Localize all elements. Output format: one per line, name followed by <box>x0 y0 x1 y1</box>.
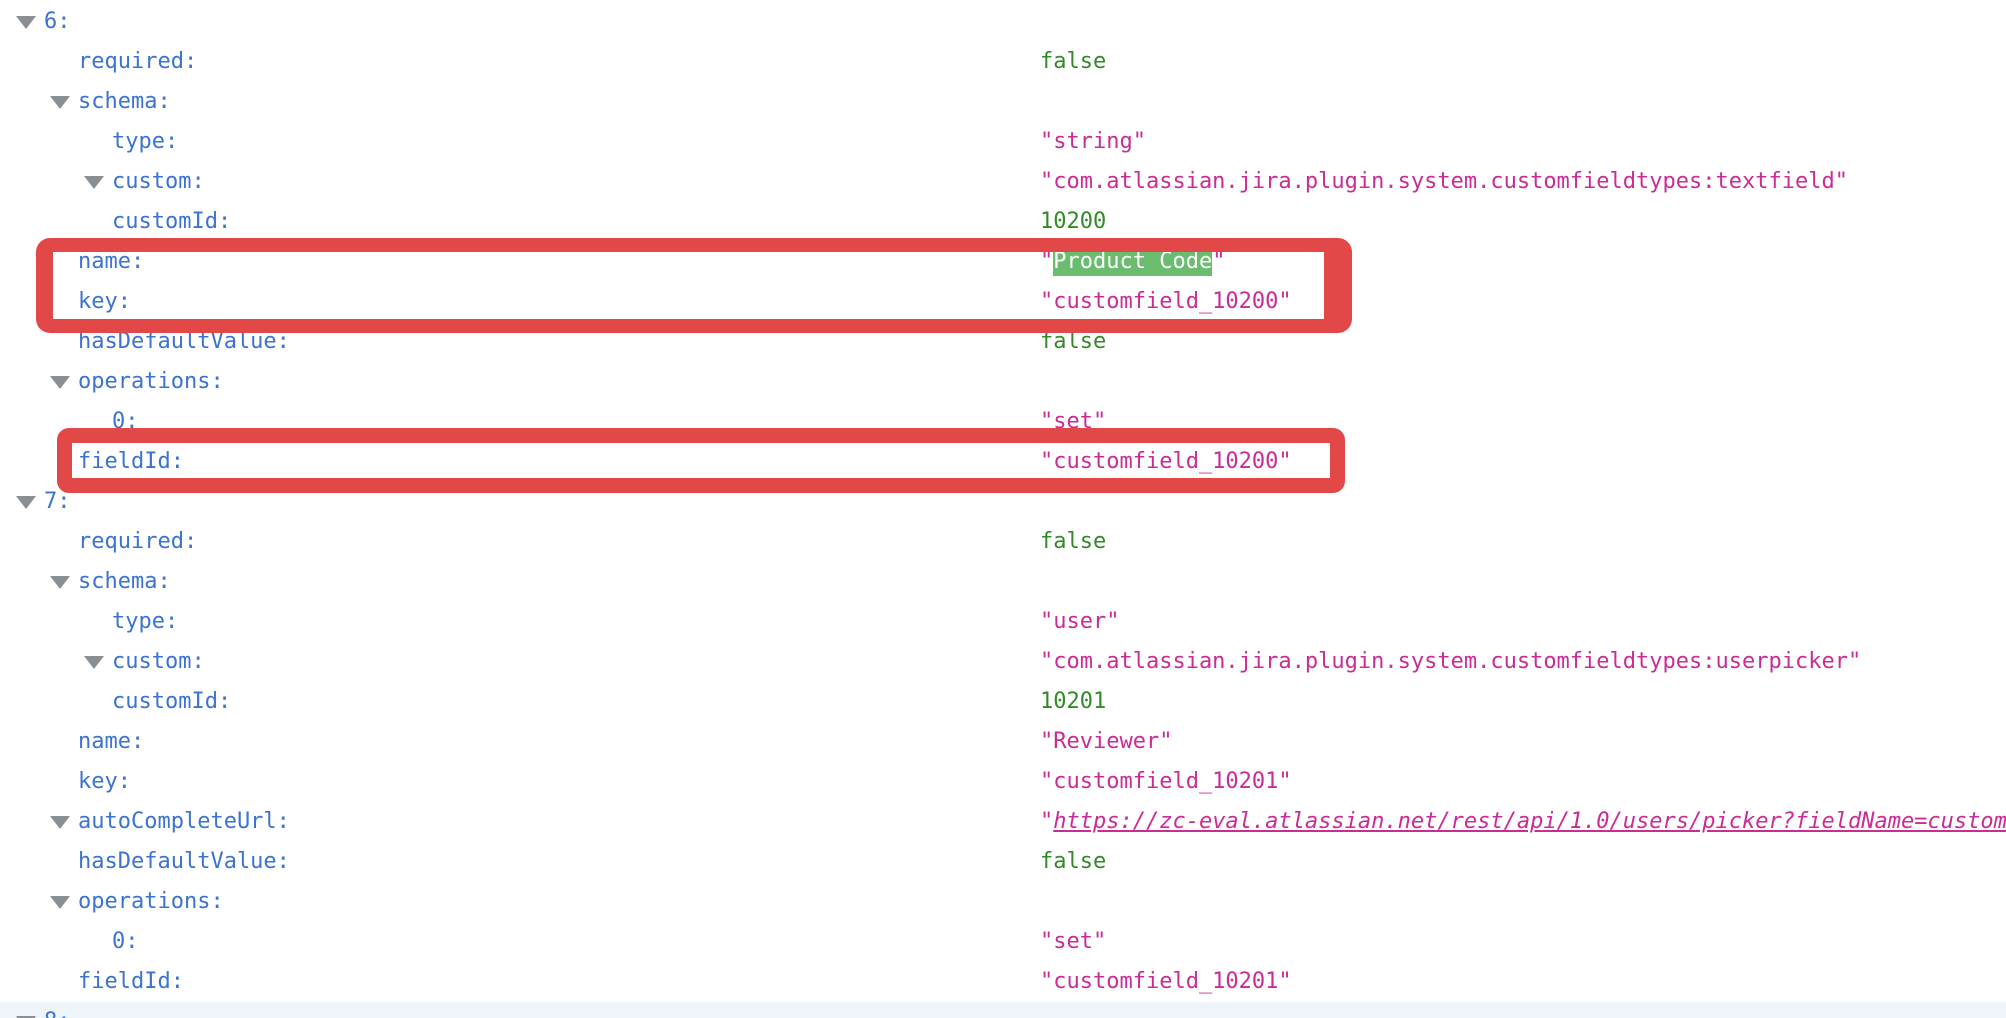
chevron-down-icon[interactable] <box>50 896 70 909</box>
json-key: required: <box>0 529 197 554</box>
chevron-down-icon[interactable] <box>84 176 104 189</box>
json-value: "com.atlassian.jira.plugin.system.custom… <box>1040 642 1861 682</box>
json-row: hasDefaultValue: false <box>0 842 2006 882</box>
json-key: customId: <box>0 209 231 234</box>
annotation-box-1 <box>36 238 1352 333</box>
json-value: "com.atlassian.jira.plugin.system.custom… <box>1040 162 1848 202</box>
json-value: 10200 <box>1040 202 1106 242</box>
json-key: type: <box>0 129 178 154</box>
json-row: 0: "set" <box>0 922 2006 962</box>
json-value: "customfield_10201" <box>1040 962 1292 1002</box>
json-row: type: "user" <box>0 602 2006 642</box>
chevron-down-icon[interactable] <box>84 656 104 669</box>
json-value: "user" <box>1040 602 1119 642</box>
json-row: schema: <box>0 82 2006 122</box>
json-row: type: "string" <box>0 122 2006 162</box>
json-key: customId: <box>0 689 231 714</box>
json-tree: 6:required:falseschema:type:"string"cust… <box>0 2 2006 1018</box>
json-row: key: "customfield_10201" <box>0 762 2006 802</box>
json-key: name: <box>0 729 144 754</box>
json-row: required: false <box>0 42 2006 82</box>
json-row: name: "Reviewer" <box>0 722 2006 762</box>
json-row: 6: <box>0 2 2006 42</box>
json-key: schema: <box>0 89 171 114</box>
json-key: hasDefaultValue: <box>0 849 290 874</box>
json-row: schema: <box>0 562 2006 602</box>
chevron-down-icon[interactable] <box>50 376 70 389</box>
json-value: false <box>1040 42 1106 82</box>
chevron-down-icon[interactable] <box>50 96 70 109</box>
json-key: type: <box>0 609 178 634</box>
json-row: fieldId: "customfield_10201" <box>0 962 2006 1002</box>
json-key: operations: <box>0 889 224 914</box>
json-value[interactable]: "https://zc-eval.atlassian.net/rest/api/… <box>1040 802 2006 842</box>
chevron-down-icon[interactable] <box>50 576 70 589</box>
json-value: "set" <box>1040 922 1106 962</box>
json-value: false <box>1040 522 1106 562</box>
chevron-down-icon[interactable] <box>16 496 36 509</box>
json-row: autoCompleteUrl: "https://zc-eval.atlassi… <box>0 802 2006 842</box>
chevron-down-icon[interactable] <box>16 16 36 29</box>
json-value: 10201 <box>1040 682 1106 722</box>
json-row: custom:"com.atlassian.jira.plugin.system… <box>0 642 2006 682</box>
annotation-box-2 <box>57 428 1345 493</box>
json-key: key: <box>0 769 131 794</box>
json-row: custom:"com.atlassian.jira.plugin.system… <box>0 162 2006 202</box>
chevron-down-icon[interactable] <box>50 816 70 829</box>
json-key: 0: <box>0 929 139 954</box>
json-key: autoCompleteUrl: <box>0 809 290 834</box>
json-value: "string" <box>1040 122 1146 162</box>
json-value-quote: " <box>1040 809 1053 834</box>
json-value: false <box>1040 842 1106 882</box>
json-key: required: <box>0 49 197 74</box>
json-row: required: false <box>0 522 2006 562</box>
json-row: 8: <box>0 1002 2006 1018</box>
json-row: operations: <box>0 362 2006 402</box>
json-value: "Reviewer" <box>1040 722 1172 762</box>
json-viewer: 6:required:falseschema:type:"string"cust… <box>0 0 2006 1018</box>
json-key: schema: <box>0 569 171 594</box>
json-key: fieldId: <box>0 969 184 994</box>
json-row: operations: <box>0 882 2006 922</box>
autocomplete-url-link[interactable]: https://zc-eval.atlassian.net/rest/api/1… <box>1053 809 2006 834</box>
json-key: operations: <box>0 369 224 394</box>
json-value: "customfield_10201" <box>1040 762 1292 802</box>
json-row: customId: 10201 <box>0 682 2006 722</box>
json-row: customId: 10200 <box>0 202 2006 242</box>
